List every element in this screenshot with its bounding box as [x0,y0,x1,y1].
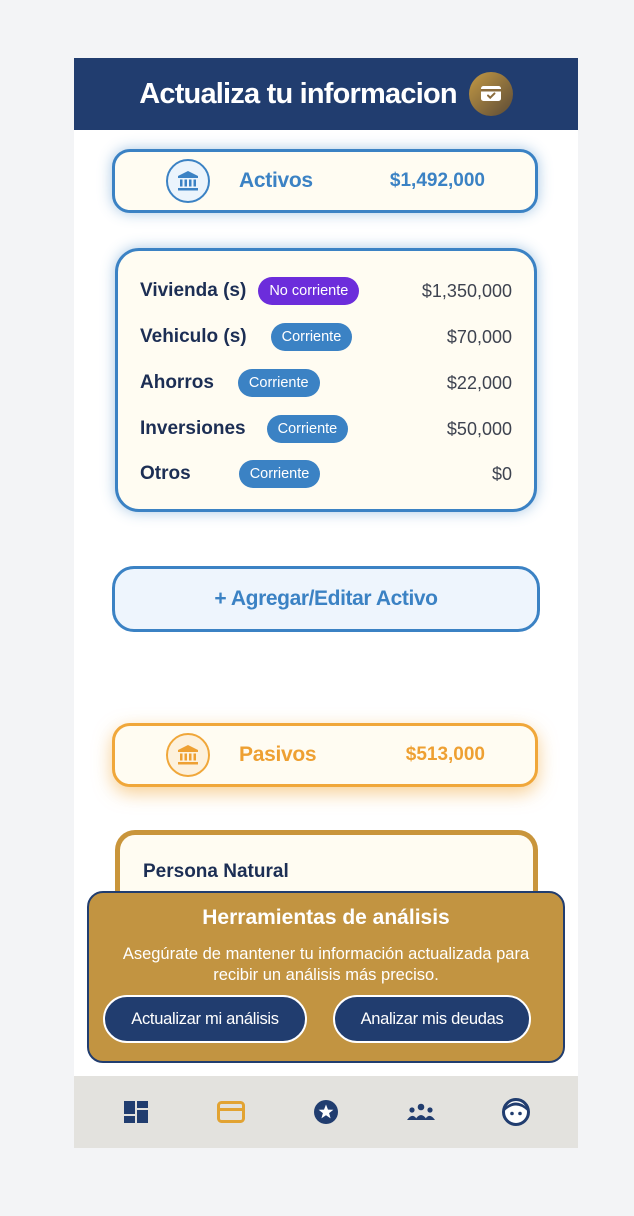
update-card-icon[interactable] [468,72,513,116]
list-item[interactable]: Vehiculo (s) Corriente $70,000 [140,321,512,353]
status-badge: Corriente [238,460,321,488]
asset-amount: $22,000 [446,372,512,393]
dashboard-icon [123,1101,148,1123]
bank-icon [166,159,210,203]
asset-amount: $50,000 [446,418,512,439]
asset-name: Ahorros [140,372,214,393]
pasivos-total: $513,000 [405,744,485,765]
asset-name: Otros [140,463,191,484]
star-icon [313,1100,338,1124]
card-icon [216,1101,245,1123]
update-analysis-button[interactable]: Actualizar mi análisis [103,995,307,1043]
nav-community[interactable] [397,1088,445,1136]
list-item[interactable]: Otros Corriente $0 [140,458,512,490]
add-edit-activo-button[interactable]: + Agregar/Editar Activo [112,566,540,632]
list-item[interactable]: Vivienda (s) No corriente $1,350,000 [140,275,512,307]
status-badge: No corriente [258,277,360,305]
header-bar: Actualiza tu informacion [74,58,578,130]
activos-total: $1,492,000 [389,170,485,191]
tools-description: Asegúrate de mantener tu información act… [122,945,530,984]
nav-dashboard[interactable] [112,1088,160,1136]
status-badge: Corriente [266,415,349,443]
asset-name: Vehiculo (s) [140,326,247,347]
bank-icon [166,733,210,777]
activos-summary-card[interactable]: Activos $1,492,000 [112,149,538,213]
tools-title: Herramientas de análisis [202,906,450,929]
bottom-navigation [74,1076,578,1148]
pasivos-title: Pasivos [239,743,317,766]
pasivos-list-title: Persona Natural [143,861,289,882]
analyze-debts-button[interactable]: Analizar mis deudas [333,995,531,1043]
analysis-tools-panel: Herramientas de análisis Asegúrate de ma… [87,891,565,1063]
asset-amount: $1,350,000 [421,280,512,301]
asset-amount: $70,000 [446,326,512,347]
pasivos-summary-card[interactable]: Pasivos $513,000 [112,723,538,787]
nav-favorites[interactable] [302,1088,350,1136]
nav-profile[interactable] [492,1088,540,1136]
list-item[interactable]: Inversiones Corriente $50,000 [140,413,512,445]
asset-name: Vivienda (s) [140,280,247,301]
page-title: Actualiza tu informacion [139,77,457,110]
profile-icon [502,1098,531,1126]
activos-title: Activos [239,169,313,192]
activos-list: Vivienda (s) No corriente $1,350,000 Veh… [115,248,537,512]
nav-card[interactable] [207,1088,255,1136]
asset-name: Inversiones [140,418,246,439]
list-item[interactable]: Ahorros Corriente $22,000 [140,367,512,399]
group-icon [407,1103,436,1120]
status-badge: Corriente [270,323,353,351]
phone-screen: Actualiza tu informacion Activos $1,492,… [74,58,578,1148]
asset-amount: $0 [491,463,512,484]
status-badge: Corriente [237,369,320,397]
